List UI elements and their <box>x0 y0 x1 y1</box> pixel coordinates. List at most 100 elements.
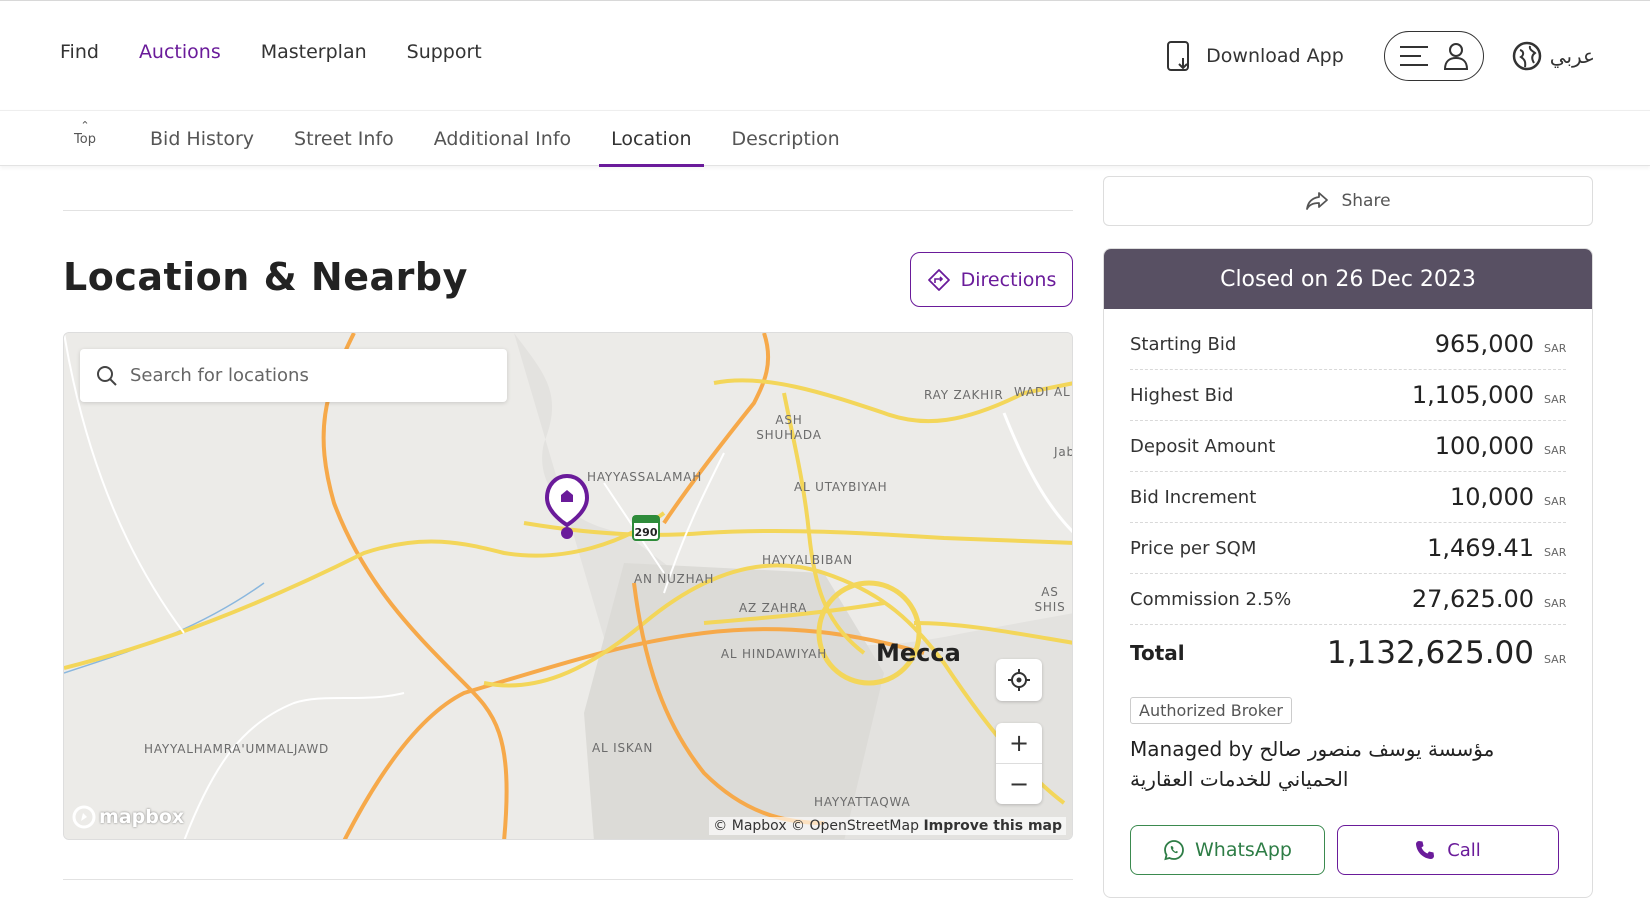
row-amount: 1,469.41 <box>1427 534 1534 562</box>
share-button[interactable]: Share <box>1103 176 1593 226</box>
tab-list: Bid History Street Info Additional Info … <box>130 111 860 167</box>
row-label: Starting Bid <box>1130 333 1237 355</box>
mapbox-mark-icon <box>72 805 96 829</box>
share-icon <box>1306 192 1329 210</box>
map-search-box[interactable] <box>80 349 507 402</box>
attribution-text[interactable]: © Mapbox © OpenStreetMap <box>713 818 919 834</box>
mapbox-logo-text: mapbox <box>99 806 185 828</box>
row-label: Price per SQM <box>1130 537 1257 559</box>
map-city-label: Mecca <box>876 639 961 667</box>
row-value: 27,625.00 SAR <box>1411 585 1567 613</box>
share-label: Share <box>1341 191 1391 211</box>
directions-button[interactable]: Directions <box>910 252 1073 307</box>
download-app-link[interactable]: Download App <box>1166 40 1344 72</box>
map-attribution: © Mapbox © OpenStreetMap Improve this ma… <box>709 817 1066 835</box>
row-label: Commission 2.5% <box>1130 588 1292 610</box>
mapbox-logo[interactable]: mapbox <box>72 805 184 829</box>
nav-support[interactable]: Support <box>407 41 482 63</box>
tab-bid-history[interactable]: Bid History <box>138 111 266 167</box>
map-label: AN NUZHAH <box>634 572 715 586</box>
row-value: 100,000 SAR <box>1434 432 1567 460</box>
whatsapp-label: WhatsApp <box>1195 839 1292 861</box>
top-navbar: Find Auctions Masterplan Support Downloa… <box>0 0 1650 110</box>
total-value: 1,132,625.00 SAR <box>1327 635 1566 671</box>
row-value: 10,000 SAR <box>1450 483 1566 511</box>
tab-description[interactable]: Description <box>720 111 852 167</box>
price-row: Highest Bid 1,105,000 SAR <box>1130 370 1566 421</box>
geolocate-button[interactable] <box>996 660 1042 700</box>
map-label: AL ISKAN <box>592 741 654 755</box>
map-label: RAY ZAKHIR <box>924 388 1004 402</box>
currency-label: SAR <box>1544 597 1567 610</box>
map-label: HAYYASSALAMAH <box>587 470 703 484</box>
row-label: Bid Increment <box>1130 486 1257 508</box>
section-divider-bottom <box>63 879 1073 880</box>
contact-actions: WhatsApp Call <box>1130 825 1559 875</box>
nav-find[interactable]: Find <box>60 41 99 63</box>
total-row: Total 1,132,625.00 SAR <box>1130 625 1566 681</box>
chevron-up-icon: ⌃ <box>80 119 90 132</box>
globe-icon <box>1512 41 1542 71</box>
row-value: 1,469.41 SAR <box>1427 534 1566 562</box>
map-label: AL UTAYBIYAH <box>794 480 888 494</box>
nav-masterplan[interactable]: Masterplan <box>261 41 367 63</box>
price-row: Bid Increment 10,000 SAR <box>1130 472 1566 523</box>
currency-label: SAR <box>1544 444 1567 457</box>
price-row: Starting Bid 965,000 SAR <box>1130 319 1566 370</box>
whatsapp-button[interactable]: WhatsApp <box>1130 825 1325 875</box>
row-amount: 10,000 <box>1450 483 1534 511</box>
tab-location[interactable]: Location <box>599 111 704 167</box>
zoom-out-button[interactable]: − <box>996 764 1042 804</box>
authorized-broker-badge: Authorized Broker <box>1130 697 1292 724</box>
map-label: HAYYALBIBAN <box>762 553 853 567</box>
row-label: Deposit Amount <box>1130 435 1276 457</box>
language-label: عربي <box>1549 44 1595 68</box>
user-menu-button[interactable] <box>1383 31 1484 81</box>
price-rows: Starting Bid 965,000 SAR Highest Bid 1,10… <box>1104 309 1592 681</box>
tab-street-info[interactable]: Street Info <box>282 111 406 167</box>
row-amount: 27,625.00 <box>1411 585 1534 613</box>
top-label: Top <box>74 132 96 147</box>
map-label: AZ ZAHRA <box>739 601 808 615</box>
language-switch[interactable]: عربي <box>1512 41 1595 71</box>
call-button[interactable]: Call <box>1337 825 1559 875</box>
currency-label: SAR <box>1544 546 1567 559</box>
map-label: HAYYATTAQWA <box>814 795 911 809</box>
map-label: AS SHIS <box>1034 585 1066 614</box>
map-label: AL HINDAWIYAH <box>720 647 828 661</box>
zoom-control: + − <box>996 723 1042 804</box>
currency-label: SAR <box>1544 495 1567 508</box>
map-label: ASH SHUHADA <box>756 413 822 442</box>
map-label: WADI AL <box>1014 385 1071 399</box>
section-tabs: ⌃ Top Bid History Street Info Additional… <box>0 110 1650 167</box>
zoom-in-button[interactable]: + <box>996 723 1042 763</box>
total-label: Total <box>1130 641 1185 665</box>
tab-additional-info[interactable]: Additional Info <box>422 111 583 167</box>
improve-map-link[interactable]: Improve this map <box>923 818 1062 834</box>
currency-label: SAR <box>1544 342 1567 355</box>
search-icon <box>97 365 117 386</box>
phone-icon <box>1416 841 1435 859</box>
download-app-label: Download App <box>1206 45 1344 67</box>
call-label: Call <box>1447 839 1481 861</box>
back-to-top-link[interactable]: ⌃ Top <box>70 119 100 147</box>
currency-label: SAR <box>1544 393 1567 406</box>
row-value: 965,000 SAR <box>1435 330 1567 358</box>
row-amount: 100,000 <box>1434 432 1534 460</box>
shield-290-label: 290 <box>634 526 658 539</box>
row-amount: 1,105,000 <box>1411 381 1534 409</box>
directions-icon <box>927 268 950 291</box>
map-label: HAYYALHAMRA'UMMALJAWD <box>144 742 330 756</box>
nav-auctions[interactable]: Auctions <box>139 41 221 63</box>
map-search-input[interactable] <box>130 365 490 386</box>
price-row: Price per SQM 1,469.41 SAR <box>1130 523 1566 574</box>
geolocate-control <box>996 659 1042 701</box>
section-title: Location & Nearby <box>63 255 468 299</box>
whatsapp-icon <box>1164 840 1184 861</box>
row-value: 1,105,000 SAR <box>1411 381 1567 409</box>
nav-right: Download App عربي <box>1166 31 1595 81</box>
map-label: Jab <box>1054 445 1073 459</box>
currency-label: SAR <box>1544 653 1567 666</box>
location-map[interactable]: 290 RAY ZAKHIR WADI AL ASH SHUHADA Jab H… <box>63 332 1073 840</box>
auction-status-header: Closed on 26 Dec 2023 <box>1104 249 1592 309</box>
